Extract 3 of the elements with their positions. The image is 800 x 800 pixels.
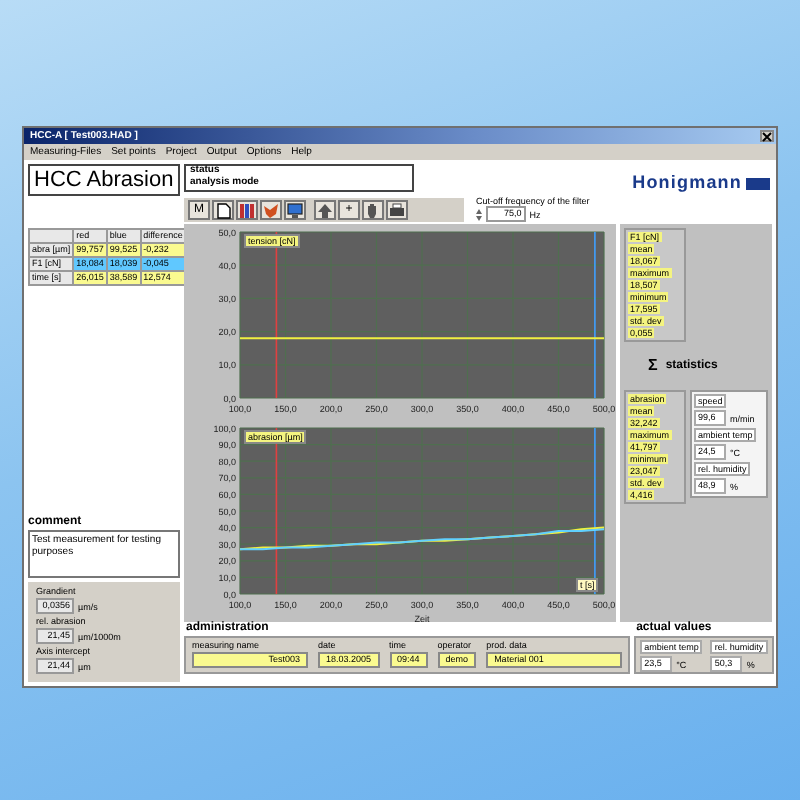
sigma-symbol: Σ bbox=[648, 358, 658, 374]
app-title: HCC Abrasion bbox=[28, 164, 180, 196]
logo-text: Honigmann bbox=[632, 174, 742, 192]
